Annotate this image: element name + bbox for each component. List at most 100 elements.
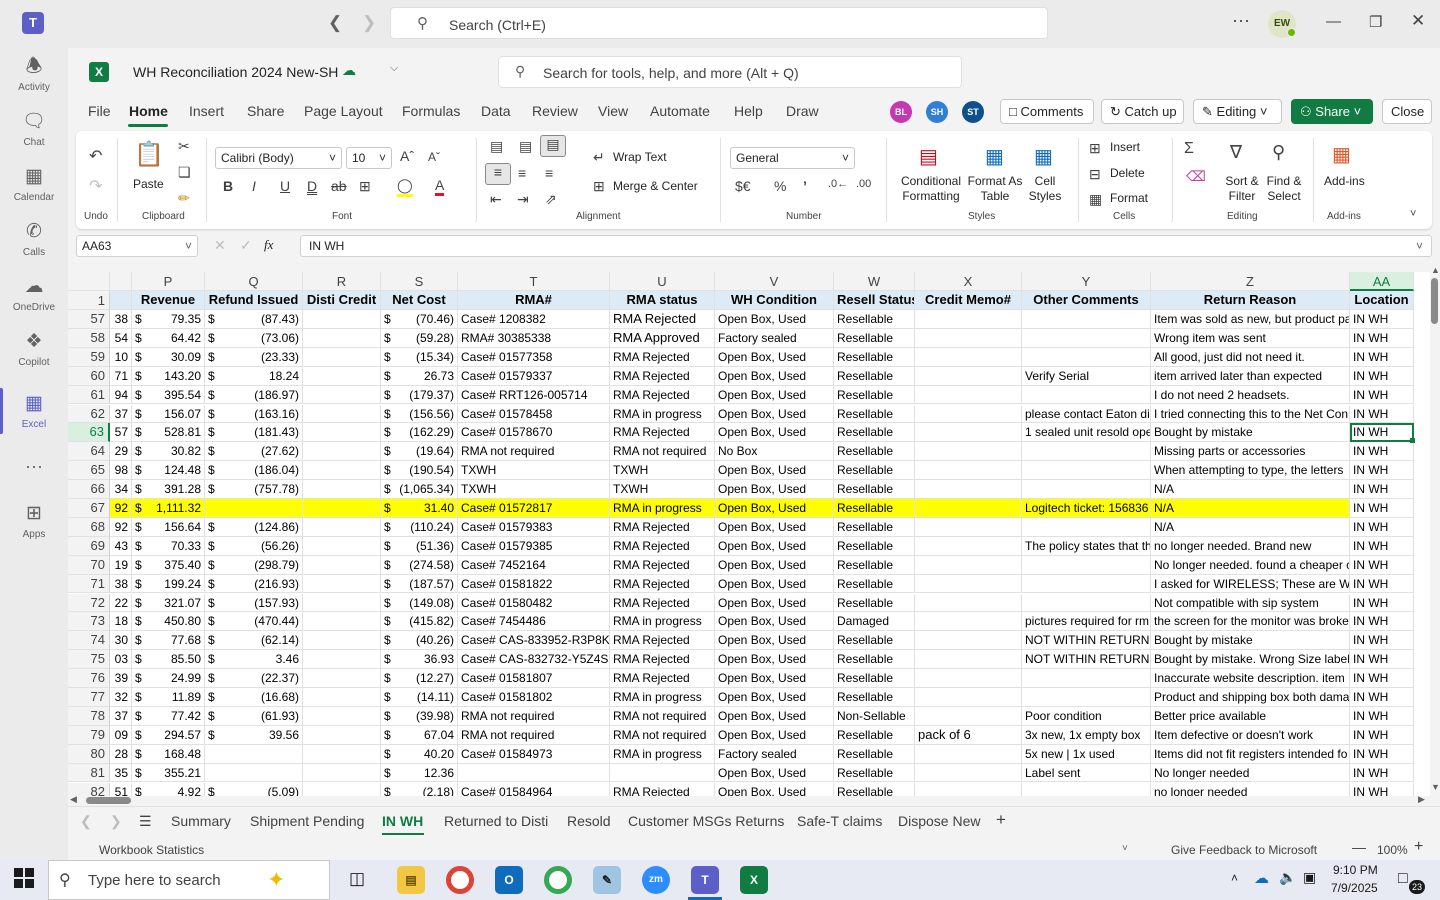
comma-style-icon[interactable]: ’ — [803, 178, 807, 194]
cell[interactable] — [915, 555, 1022, 575]
cell[interactable] — [1022, 574, 1151, 594]
cell[interactable]: RMA Rejected — [610, 631, 715, 651]
row-header[interactable]: 78 — [68, 706, 110, 726]
column-header[interactable] — [110, 272, 132, 291]
cell[interactable]: TXWH — [610, 480, 715, 499]
font-name-select[interactable]: Calibri (Body) ˅ — [215, 147, 342, 169]
confirm-entry-icon[interactable]: ✓ — [240, 237, 252, 254]
row-header[interactable]: 66 — [68, 480, 110, 499]
cell[interactable]: 29 — [110, 442, 132, 462]
teams-taskbar-icon[interactable]: T — [691, 866, 719, 894]
tab-help[interactable]: Help — [734, 103, 763, 119]
tab-insert[interactable]: Insert — [189, 103, 224, 119]
tab-formulas[interactable]: Formulas — [402, 103, 460, 119]
cell[interactable]: Case# 7452164 — [458, 555, 610, 575]
cell[interactable] — [915, 669, 1022, 688]
chrome-profile-icon[interactable] — [544, 866, 572, 894]
clear-icon[interactable]: ⌫ — [1186, 168, 1206, 185]
cell[interactable]: IN WH — [1350, 555, 1414, 575]
cell[interactable]: $18.24 — [205, 366, 303, 386]
cell[interactable]: $ (181.43) — [205, 423, 303, 443]
cell[interactable] — [1022, 555, 1151, 575]
cell[interactable] — [915, 385, 1022, 405]
cell[interactable]: IN WH — [1350, 310, 1414, 329]
cell[interactable]: $ (12.27) — [381, 669, 458, 688]
cell[interactable]: RMA Rejected — [610, 423, 715, 443]
cell[interactable]: Bought by mistake. Wrong Size labels — [1151, 650, 1350, 670]
zoom-level[interactable]: 100% — [1377, 843, 1408, 857]
cell[interactable] — [915, 782, 1022, 796]
cell[interactable]: $199.24 — [132, 574, 205, 594]
cell[interactable]: IN WH — [1350, 517, 1414, 537]
minimize-icon[interactable]: — — [1326, 13, 1341, 30]
cell[interactable]: pack of 6 — [915, 725, 1022, 745]
paste-icon[interactable]: 📋 — [134, 140, 164, 169]
vertical-scrollbar[interactable] — [1430, 264, 1440, 796]
cell[interactable]: $ (73.06) — [205, 328, 303, 348]
cell[interactable] — [915, 536, 1022, 556]
cell[interactable] — [915, 593, 1022, 613]
cell[interactable]: When attempting to type, the letters — [1151, 461, 1350, 481]
cell[interactable]: Open Box, Used — [715, 385, 834, 405]
cell[interactable]: 34 — [110, 480, 132, 499]
cell[interactable]: 30 — [110, 631, 132, 651]
cell[interactable]: $ (1,065.34) — [381, 480, 458, 499]
cell[interactable]: NOT WITHIN RETURN P — [1022, 650, 1151, 670]
column-title-cell[interactable]: Resell Status — [834, 291, 915, 310]
cell[interactable]: RMA Rejected — [610, 366, 715, 386]
strikethrough-icon[interactable]: ab — [331, 178, 347, 194]
row-header[interactable]: 65 — [68, 461, 110, 481]
column-title-cell[interactable]: RMA# — [458, 291, 610, 310]
cell[interactable]: 37 — [110, 706, 132, 726]
cell[interactable]: Non-Sellable — [834, 706, 915, 726]
cell[interactable]: RMA Rejected — [610, 517, 715, 537]
cell[interactable] — [205, 763, 303, 783]
cell[interactable]: $ (2.18) — [381, 782, 458, 796]
tab-automate[interactable]: Automate — [650, 103, 710, 119]
wrap-text-button[interactable]: Wrap Text — [613, 150, 667, 164]
taskbar-search-input[interactable]: ⚲ Type here to search ✦ — [48, 860, 330, 900]
column-header[interactable]: R — [303, 272, 381, 291]
cell[interactable]: $77.68 — [132, 631, 205, 651]
align-left-icon[interactable]: ≡ — [485, 163, 511, 185]
cell[interactable] — [1022, 347, 1151, 367]
cell[interactable] — [1022, 310, 1151, 329]
add-ins-button[interactable]: Add-ins — [1324, 174, 1365, 188]
cell[interactable]: Resellable — [834, 744, 915, 764]
sheet-tab-resold[interactable]: Resold — [567, 813, 611, 829]
cell[interactable]: RMA Rejected — [610, 536, 715, 556]
close-button[interactable]: Close — [1382, 99, 1432, 124]
fill-handle[interactable] — [1410, 438, 1415, 444]
cell[interactable] — [915, 574, 1022, 594]
cell[interactable]: RMA not required — [610, 442, 715, 462]
cell[interactable]: IN WH — [1350, 461, 1414, 481]
cell[interactable] — [1022, 385, 1151, 405]
find-select-button[interactable]: Find & Select — [1264, 174, 1304, 204]
sheet-tab-customer-msgs-returns[interactable]: Customer MSGs Returns — [628, 813, 784, 829]
task-view-icon[interactable]: ◫ — [349, 869, 365, 889]
rail-onedrive[interactable]: ☁ OneDrive — [0, 276, 68, 313]
cell[interactable]: $ (22.37) — [205, 669, 303, 688]
cell[interactable]: No longer needed — [1151, 763, 1350, 783]
cell[interactable] — [303, 688, 381, 707]
row-header[interactable]: 62 — [68, 404, 110, 424]
cell[interactable]: Open Box, Used — [715, 347, 834, 367]
sheet-tab-safe-t-claims[interactable]: Safe-T claims — [797, 813, 882, 829]
row-header[interactable]: 58 — [68, 328, 110, 348]
cell[interactable]: TXWH — [458, 461, 610, 481]
redo-icon[interactable]: ↷ — [89, 176, 102, 196]
cell[interactable]: $26.73 — [381, 366, 458, 386]
zoom-out-icon[interactable]: — — [1352, 839, 1366, 855]
cell[interactable]: 22 — [110, 593, 132, 613]
tray-chevron-up-icon[interactable]: ˄ — [1231, 871, 1238, 885]
cell[interactable]: 71 — [110, 366, 132, 386]
column-header[interactable]: X — [915, 272, 1022, 291]
cell[interactable]: Case# 01577358 — [458, 347, 610, 367]
more-apps-icon[interactable]: ··· — [0, 456, 68, 477]
cell[interactable]: $124.48 — [132, 461, 205, 481]
row-header[interactable]: 59 — [68, 347, 110, 367]
cell[interactable] — [915, 366, 1022, 386]
cell[interactable]: Factory sealed — [715, 328, 834, 348]
column-title-cell[interactable]: Other Comments — [1022, 291, 1151, 310]
cell[interactable]: Open Box, Used — [715, 574, 834, 594]
